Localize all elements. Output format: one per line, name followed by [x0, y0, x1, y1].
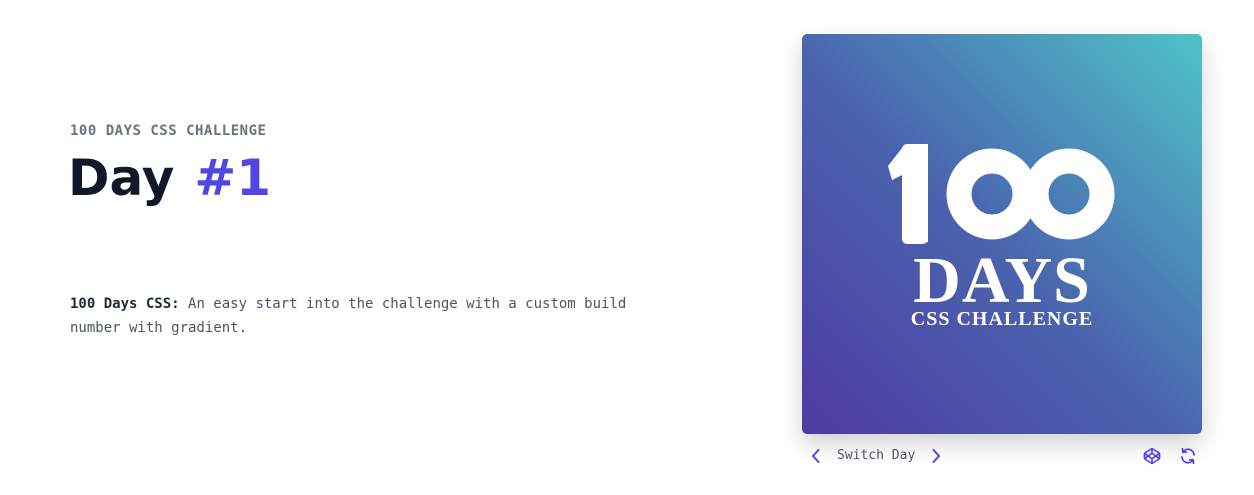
previous-day-button[interactable] — [806, 443, 826, 469]
day-number: #1 — [194, 149, 271, 207]
page-title: Day #1 — [68, 148, 271, 208]
day-word: Day — [68, 149, 175, 207]
codepen-icon — [1143, 447, 1161, 465]
logo-days-text: DAYS — [913, 244, 1091, 317]
refresh-icon — [1181, 447, 1195, 465]
day-switcher: Switch Day — [802, 443, 1202, 469]
challenge-description: 100 Days CSS: An easy start into the cha… — [70, 292, 670, 340]
logo-subtitle: CSS CHALLENGE — [910, 308, 1094, 330]
description-lead: 100 Days CSS: — [70, 296, 180, 312]
chevron-right-icon — [932, 449, 940, 463]
chevron-left-icon — [812, 449, 820, 463]
refresh-button[interactable] — [1178, 443, 1198, 469]
logo-100-number: 100 — [888, 144, 1115, 244]
logo-100-graphic: 100 — [888, 144, 1115, 244]
page: 100 DAYS CSS CHALLENGE Day #1 100 Days CS… — [0, 0, 1254, 495]
preview-frame: 100 DAYS CSS CHALLENGE — [802, 34, 1202, 434]
switch-day-label: Switch Day — [837, 448, 916, 463]
codepen-button[interactable] — [1142, 443, 1162, 469]
next-day-button[interactable] — [926, 443, 946, 469]
challenge-kicker: 100 DAYS CSS CHALLENGE — [70, 123, 267, 139]
